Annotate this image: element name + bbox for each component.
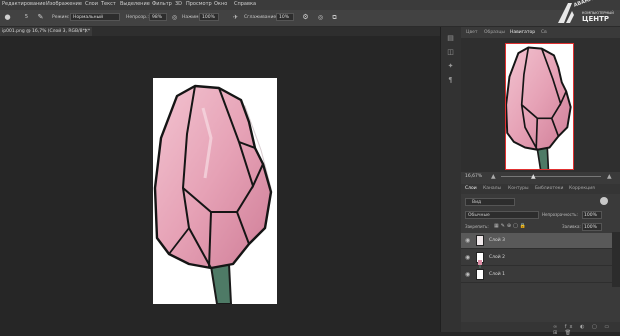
pressure-label: Нажим: — [182, 15, 201, 20]
navigator-view-frame[interactable] — [505, 43, 574, 170]
fill-input[interactable]: 100% — [582, 223, 602, 231]
menu-type[interactable]: Текст — [101, 1, 116, 7]
menu-image[interactable]: Изображение — [46, 1, 82, 7]
tab-channels[interactable]: Каналы — [483, 186, 501, 191]
navigator-zoom-bar: 16,67% ▲ ▲ ▲ — [461, 172, 620, 182]
tab-layers[interactable]: Слои — [465, 186, 477, 191]
layer-thumbnail — [476, 269, 484, 280]
brush-settings-icon[interactable]: ✦ — [445, 61, 456, 71]
tab-adjustments[interactable]: Коррекция — [569, 186, 595, 191]
blend-mode-select[interactable]: Обычные — [465, 211, 539, 219]
tab-navigator[interactable]: Навигатор — [510, 30, 535, 35]
properties-icon[interactable]: ◫ — [445, 47, 456, 57]
zoom-slider[interactable] — [501, 176, 601, 177]
document-canvas[interactable] — [153, 78, 277, 305]
history-icon[interactable]: ▤ — [445, 33, 456, 43]
lock-icons[interactable]: ▦✎⊕▢🔒 — [494, 223, 528, 229]
watermark-logo: АВАНГАРД КОМПЬЮТЕРНЫЙ ЦЕНТР — [556, 0, 620, 25]
menu-window[interactable]: Окно — [214, 1, 227, 7]
tab-styles[interactable]: Св — [541, 30, 547, 35]
document-tab[interactable]: ip001.png @ 16,7% (Слой 3, RGB/8*) * — [0, 27, 92, 36]
tulip-petals — [153, 84, 273, 270]
options-bar: ● 5 ✎ Режим: Нормальный Непрозр.: 98% ◎ … — [0, 10, 620, 27]
pressure-size-icon[interactable]: ◎ — [316, 13, 325, 22]
layer-row[interactable]: ◉ Слой 1 — [461, 267, 612, 283]
tulip-drawing — [153, 84, 273, 305]
menu-view[interactable]: Просмотр — [186, 1, 212, 7]
layer-name[interactable]: Слой 3 — [489, 238, 505, 243]
menu-layers[interactable]: Слои — [85, 1, 98, 7]
kind-filter-label: Вид — [472, 200, 482, 205]
eye-icon[interactable]: ◉ — [465, 237, 470, 244]
menu-select[interactable]: Выделение — [120, 1, 150, 7]
blend-mode-value: Обычные — [468, 213, 490, 218]
brush-panel-icon[interactable]: ✎ — [36, 13, 45, 22]
filter-toggle[interactable] — [600, 197, 608, 205]
lock-label: Закрепить: — [465, 224, 489, 229]
document-tab-title: ip001.png @ 16,7% (Слой 3, RGB/8*) * — [2, 29, 91, 34]
opacity-input[interactable]: 98% — [149, 13, 167, 21]
eye-icon[interactable]: ◉ — [465, 254, 470, 261]
layer-action-icons[interactable]: ∞ fx ◐ ▢ ▭ ⊞ 🗑 — [553, 324, 620, 336]
fill-label: Заливка: — [562, 224, 581, 229]
menu-filter[interactable]: Фильтр — [152, 1, 172, 7]
layers-footer: ∞ fx ◐ ▢ ▭ ⊞ 🗑 — [461, 322, 620, 336]
navigator-zoom-value[interactable]: 16,67% — [465, 174, 482, 179]
close-icon[interactable]: × — [84, 27, 88, 36]
layer-name[interactable]: Слой 1 — [489, 272, 505, 277]
layers-tab-bar: Слои Каналы Контуры Библиотеки Коррекция — [461, 184, 620, 194]
menu-bar: Редактирование Изображение Слои Текст Вы… — [0, 0, 620, 10]
panel-icon-strip: ▤ ◫ ✦ ¶ — [440, 27, 462, 332]
tulip-stem — [209, 262, 233, 305]
gear-icon[interactable]: ⚙ — [301, 13, 310, 22]
mode-label: Режим: — [52, 15, 70, 20]
layer-row[interactable]: ◉ Слой 3 — [461, 233, 612, 249]
eye-icon[interactable]: ◉ — [465, 271, 470, 278]
layer-thumbnail — [476, 252, 484, 268]
mode-select[interactable]: Нормальный — [70, 13, 120, 21]
symmetry-icon[interactable]: ⧉ — [330, 13, 339, 22]
paragraph-icon[interactable]: ¶ — [445, 75, 456, 85]
layers-scrollbar[interactable] — [612, 232, 620, 287]
zoom-in-icon[interactable]: ▲ — [607, 173, 612, 180]
menu-3d[interactable]: 3D — [175, 1, 182, 7]
layer-thumbnail — [476, 235, 484, 246]
layer-kind-filter[interactable]: Вид — [465, 198, 515, 206]
layer-row[interactable]: ◉ Слой 2 — [461, 250, 612, 268]
layer-name[interactable]: Слой 2 — [489, 255, 505, 260]
brush-size-label[interactable]: 5 — [22, 13, 31, 22]
layer-opacity-label: Непрозрачность: — [542, 212, 578, 217]
opacity-label: Непрозр.: — [126, 15, 149, 20]
tab-color[interactable]: Цвет — [466, 30, 478, 35]
pressure-opacity-icon[interactable]: ◎ — [170, 13, 179, 22]
menu-help[interactable]: Справка — [234, 1, 256, 7]
tab-paths[interactable]: Контуры — [508, 186, 529, 191]
smoothing-label: Сглаживание: — [244, 15, 278, 20]
zoom-out-icon[interactable]: ▲ — [491, 173, 496, 180]
zoom-slider-handle[interactable]: ▲ — [531, 173, 536, 180]
layer-opacity-input[interactable]: 100% — [582, 211, 602, 219]
brush-tool-icon[interactable]: ● — [3, 13, 12, 22]
tab-libraries[interactable]: Библиотеки — [535, 186, 563, 191]
menu-edit[interactable]: Редактирование — [2, 1, 46, 7]
pressure-input[interactable]: 100% — [199, 13, 219, 21]
airbrush-icon[interactable]: ✈ — [231, 13, 240, 22]
smoothing-input[interactable]: 10% — [276, 13, 294, 21]
logo-line3: ЦЕНТР — [582, 15, 610, 23]
tab-swatches[interactable]: Образцы — [484, 30, 505, 35]
